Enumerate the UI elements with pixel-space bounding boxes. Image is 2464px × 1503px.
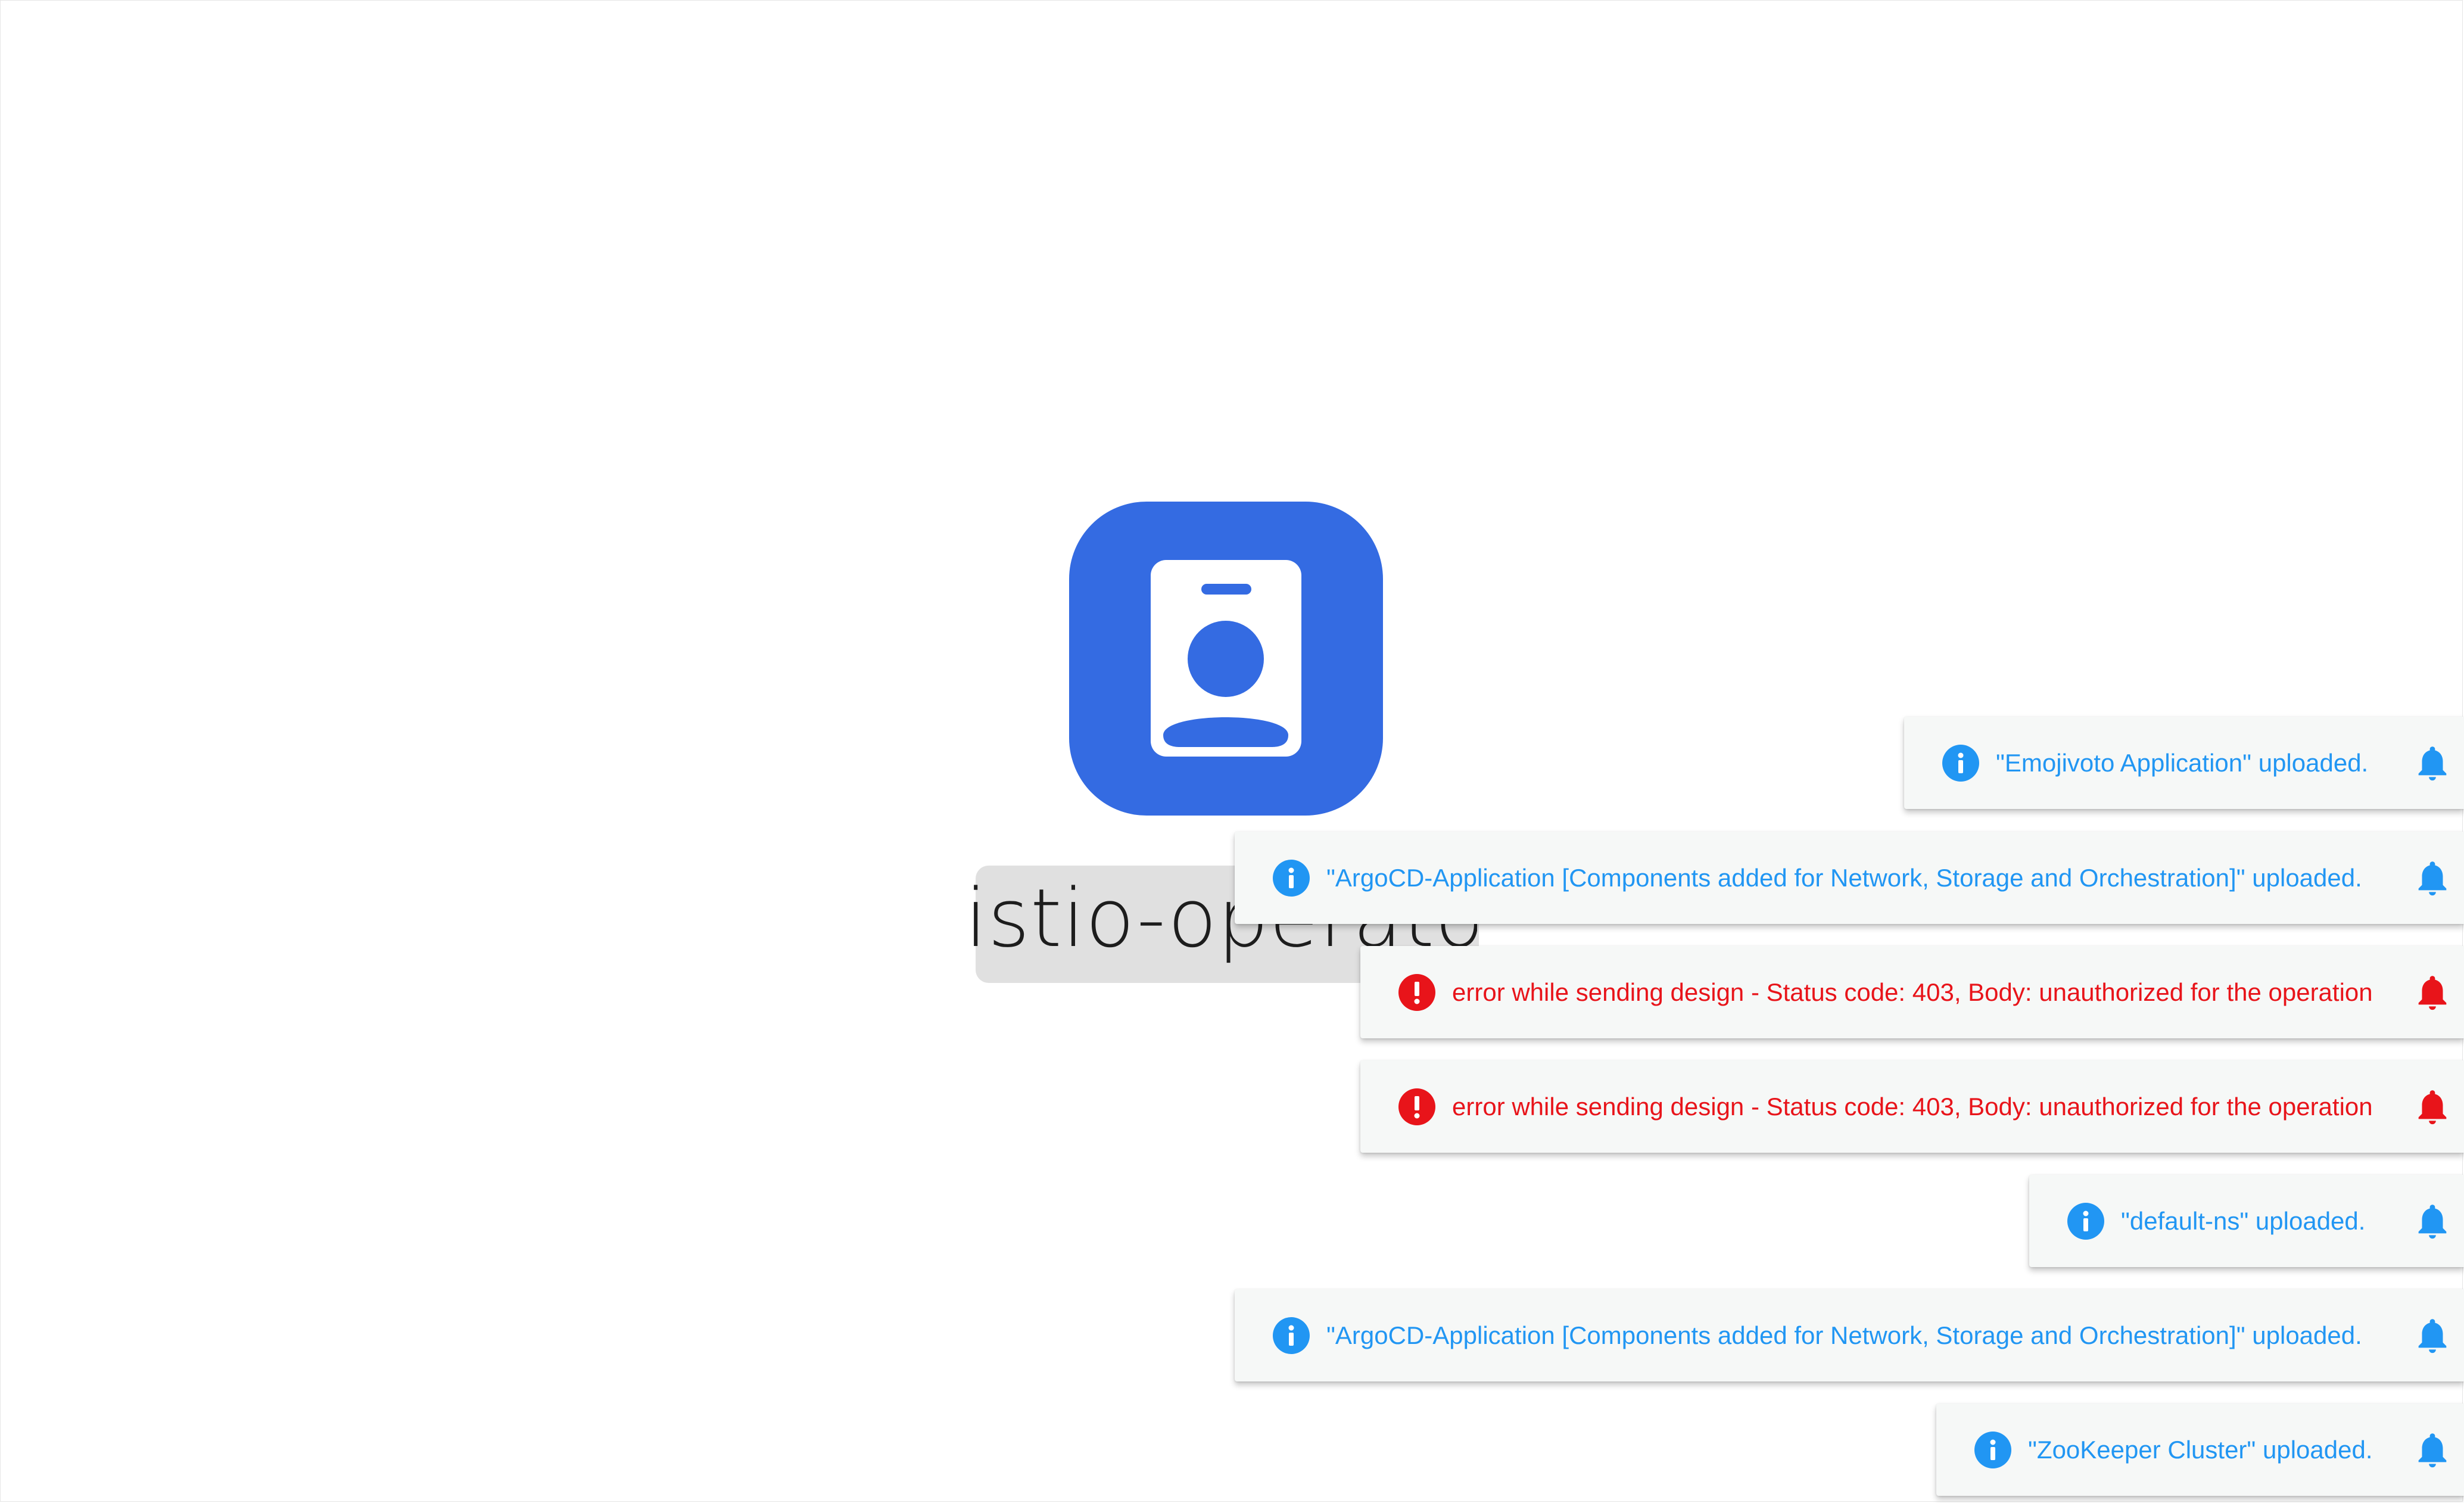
info-icon: [1942, 744, 1979, 782]
notification-message: error while sending design - Status code…: [1452, 978, 2373, 1006]
notification-message: "ZooKeeper Cluster" uploaded.: [2028, 1435, 2373, 1464]
notification-message: error while sending design - Status code…: [1452, 1092, 2373, 1121]
notification-message: "Emojivoto Application" uploaded.: [1996, 748, 2369, 777]
notification-toast[interactable]: "ArgoCD-Application [Components added fo…: [1235, 832, 2464, 924]
bell-icon[interactable]: [2412, 1200, 2453, 1242]
bell-icon[interactable]: [2412, 1086, 2453, 1128]
bell-icon[interactable]: [2412, 972, 2453, 1013]
notification-message: "default-ns" uploaded.: [2121, 1206, 2366, 1235]
notification-toast[interactable]: "Emojivoto Application" uploaded.: [1904, 717, 2464, 809]
notification-toast[interactable]: "default-ns" uploaded.: [2029, 1175, 2464, 1267]
id-badge-icon[interactable]: [1069, 502, 1383, 816]
notification-toast[interactable]: "ArgoCD-Application [Components added fo…: [1235, 1289, 2464, 1381]
notification-toast[interactable]: error while sending design - Status code…: [1360, 1060, 2464, 1153]
info-icon: [1974, 1431, 2011, 1468]
notification-toast[interactable]: error while sending design - Status code…: [1360, 946, 2464, 1038]
bell-icon[interactable]: [2412, 742, 2453, 784]
info-icon: [2067, 1202, 2104, 1240]
notification-toast[interactable]: "ZooKeeper Cluster" uploaded.: [1936, 1404, 2464, 1496]
bell-icon[interactable]: [2412, 857, 2453, 899]
info-icon: [1273, 859, 1310, 897]
bell-icon[interactable]: [2412, 1315, 2453, 1356]
notification-message: "ArgoCD-Application [Components added fo…: [1326, 1321, 2362, 1349]
info-icon: [1273, 1317, 1310, 1354]
bell-icon[interactable]: [2412, 1429, 2453, 1471]
error-icon: [1398, 1088, 1435, 1125]
error-icon: [1398, 973, 1435, 1011]
notification-message: "ArgoCD-Application [Components added fo…: [1326, 863, 2362, 892]
